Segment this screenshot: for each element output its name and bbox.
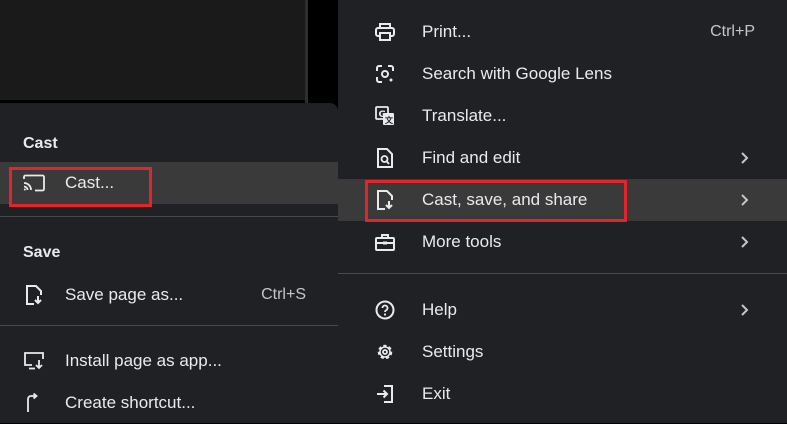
menu-item-label: Find and edit <box>422 148 521 167</box>
menu-item-translate[interactable]: G文 Translate... <box>338 95 787 137</box>
background-window <box>0 0 305 100</box>
menu-item-find-and-edit[interactable]: Find and edit <box>338 137 787 179</box>
menu-item-settings[interactable]: Settings <box>338 331 787 373</box>
printer-icon <box>374 21 396 43</box>
submenu-item-save-page[interactable]: Save page as... Ctrl+S <box>0 274 338 316</box>
menu-divider <box>0 325 338 326</box>
menu-item-label: Search with Google Lens <box>422 64 612 83</box>
cast-icon <box>23 172 45 194</box>
shortcut-label: Ctrl+P <box>710 23 755 40</box>
svg-text:文: 文 <box>385 115 394 125</box>
find-page-icon <box>374 147 396 169</box>
shortcut-icon <box>23 392 45 414</box>
submenu-item-label: Create shortcut... <box>65 393 196 412</box>
menu-item-label: More tools <box>422 232 502 251</box>
submenu-item-label: Cast... <box>65 173 115 192</box>
toolbox-icon <box>374 231 396 253</box>
menu-item-exit[interactable]: Exit <box>338 373 787 415</box>
menu-item-label: Translate... <box>422 106 507 125</box>
submenu-item-cast[interactable]: Cast... <box>0 162 338 204</box>
submenu-item-create-shortcut[interactable]: Create shortcut... <box>0 382 338 424</box>
menu-item-cast-save-share[interactable]: Cast, save, and share <box>338 179 787 221</box>
menu-item-google-lens[interactable]: Search with Google Lens <box>338 53 787 95</box>
cast-save-share-submenu: Cast Cast... Save Save page as... Ctrl+S… <box>0 103 338 423</box>
menu-item-more-tools[interactable]: More tools <box>338 221 787 263</box>
menu-item-label: Exit <box>422 384 451 403</box>
translate-icon: G文 <box>374 105 396 127</box>
gear-icon <box>374 341 396 363</box>
exit-icon <box>374 383 396 405</box>
submenu-item-install-app[interactable]: Install page as app... <box>0 340 338 382</box>
menu-item-help[interactable]: Help <box>338 289 787 331</box>
submenu-item-label: Install page as app... <box>65 351 222 370</box>
shortcut-label: Ctrl+S <box>261 286 306 303</box>
file-download-icon <box>374 189 396 211</box>
save-page-icon <box>23 284 45 306</box>
chevron-right-icon <box>739 235 751 249</box>
menu-item-label: Settings <box>422 342 484 361</box>
google-lens-icon <box>374 63 396 85</box>
install-app-icon <box>23 350 45 372</box>
section-heading-cast: Cast <box>23 135 58 152</box>
menu-divider <box>0 216 338 217</box>
menu-item-label: Print... <box>422 22 472 41</box>
menu-item-label: Cast, save, and share <box>422 190 588 209</box>
chevron-right-icon <box>739 303 751 317</box>
background-window-border <box>305 0 308 103</box>
menu-item-print[interactable]: Print... Ctrl+P <box>338 11 787 53</box>
main-menu: Print... Ctrl+P Search with Google Lens … <box>338 0 787 423</box>
section-heading-save: Save <box>23 244 61 261</box>
help-icon <box>374 299 396 321</box>
submenu-item-label: Save page as... <box>65 285 184 304</box>
menu-divider <box>338 273 787 274</box>
menu-item-label: Help <box>422 300 457 319</box>
chevron-right-icon <box>739 151 751 165</box>
chevron-right-icon <box>739 193 751 207</box>
